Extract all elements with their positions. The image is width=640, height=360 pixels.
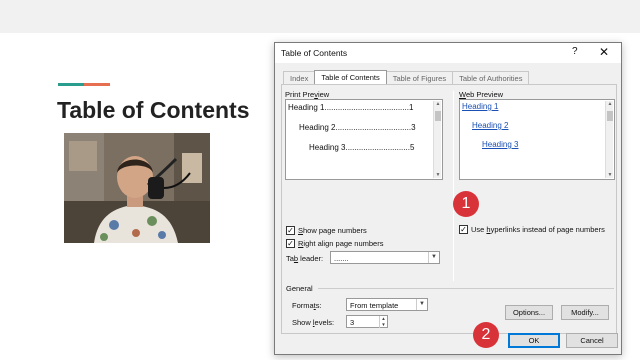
- formats-value: From template: [350, 301, 399, 310]
- title-accent-bar: [58, 83, 110, 86]
- print-preview-heading-3: Heading 3.............................5: [309, 143, 415, 152]
- web-preview-box: Heading 1 Heading 2 Heading 3 ▲ ▼: [459, 99, 615, 180]
- web-preview-link-heading-3[interactable]: Heading 3: [482, 140, 518, 149]
- spin-down-icon[interactable]: ▼: [379, 322, 387, 328]
- web-preview-link-heading-1[interactable]: Heading 1: [462, 102, 498, 111]
- right-align-checkbox[interactable]: ✓: [286, 239, 295, 248]
- print-preview-heading-2: Heading 2...............................…: [299, 123, 416, 132]
- callout-badge-1: 1: [453, 191, 479, 217]
- print-preview-heading-1: Heading 1...............................…: [288, 103, 414, 112]
- tab-panel: Print Preview Heading 1.................…: [281, 84, 617, 334]
- show-levels-spinner[interactable]: 3 ▲ ▼: [346, 315, 388, 328]
- scroll-up-arrow-icon[interactable]: ▲: [434, 101, 442, 107]
- tab-index[interactable]: Index: [283, 71, 316, 84]
- options-button[interactable]: Options...: [505, 305, 553, 320]
- scroll-up-arrow-icon[interactable]: ▲: [606, 101, 614, 107]
- tab-leader-value: .......: [334, 254, 349, 263]
- print-preview-box: Heading 1...............................…: [285, 99, 443, 180]
- right-align-label: Right align page numbers: [298, 239, 384, 248]
- use-hyperlinks-checkbox[interactable]: ✓: [459, 225, 468, 234]
- ok-button[interactable]: OK: [508, 333, 560, 348]
- use-hyperlinks-label: Use hyperlinks instead of page numbers: [471, 225, 605, 234]
- print-preview-label: Print Preview: [285, 90, 330, 99]
- vertical-divider: [453, 91, 454, 281]
- print-preview-scrollbar[interactable]: ▲ ▼: [433, 101, 441, 178]
- modify-button[interactable]: Modify...: [561, 305, 609, 320]
- scroll-down-arrow-icon[interactable]: ▼: [606, 172, 614, 178]
- cancel-button[interactable]: Cancel: [566, 333, 618, 348]
- general-divider: [318, 288, 614, 289]
- show-levels-value: 3: [350, 318, 355, 327]
- web-preview-scrollbar[interactable]: ▲ ▼: [605, 101, 613, 178]
- tab-table-of-contents[interactable]: Table of Contents: [314, 70, 387, 84]
- show-levels-label: Show levels:: [292, 318, 335, 327]
- tab-table-of-figures[interactable]: Table of Figures: [385, 71, 454, 84]
- formats-label: Formats:: [292, 301, 322, 310]
- chevron-down-icon[interactable]: ▼: [416, 299, 427, 310]
- scroll-down-arrow-icon[interactable]: ▼: [434, 172, 442, 178]
- web-preview-link-heading-2[interactable]: Heading 2: [472, 121, 508, 130]
- web-preview-label: Web Preview: [459, 90, 504, 99]
- tab-leader-dropdown[interactable]: ....... ▼: [330, 251, 440, 264]
- table-of-contents-dialog: Table of Contents ? ✕ Index Table of Con…: [274, 42, 622, 355]
- presenter-webcam-video: [64, 133, 210, 243]
- tab-table-of-authorities[interactable]: Table of Authorities: [452, 71, 530, 84]
- show-page-numbers-checkbox[interactable]: ✓: [286, 226, 295, 235]
- show-page-numbers-label: Show page numbers: [298, 226, 367, 235]
- scroll-thumb[interactable]: [607, 111, 613, 121]
- close-icon[interactable]: ✕: [599, 45, 609, 59]
- slide-top-bar: [0, 0, 640, 33]
- scroll-thumb[interactable]: [435, 111, 441, 121]
- dialog-title-bar: Table of Contents ? ✕: [275, 43, 621, 63]
- dialog-tabs: Index Table of Contents Table of Figures…: [283, 70, 530, 84]
- chevron-down-icon[interactable]: ▼: [428, 252, 439, 263]
- callout-badge-2: 2: [473, 322, 499, 348]
- dialog-title: Table of Contents: [281, 48, 348, 58]
- general-group-label: General: [286, 284, 313, 293]
- formats-dropdown[interactable]: From template ▼: [346, 298, 428, 311]
- slide-title: Table of Contents: [57, 97, 250, 123]
- help-icon[interactable]: ?: [572, 46, 578, 57]
- tab-leader-label: Tab leader:: [286, 254, 324, 263]
